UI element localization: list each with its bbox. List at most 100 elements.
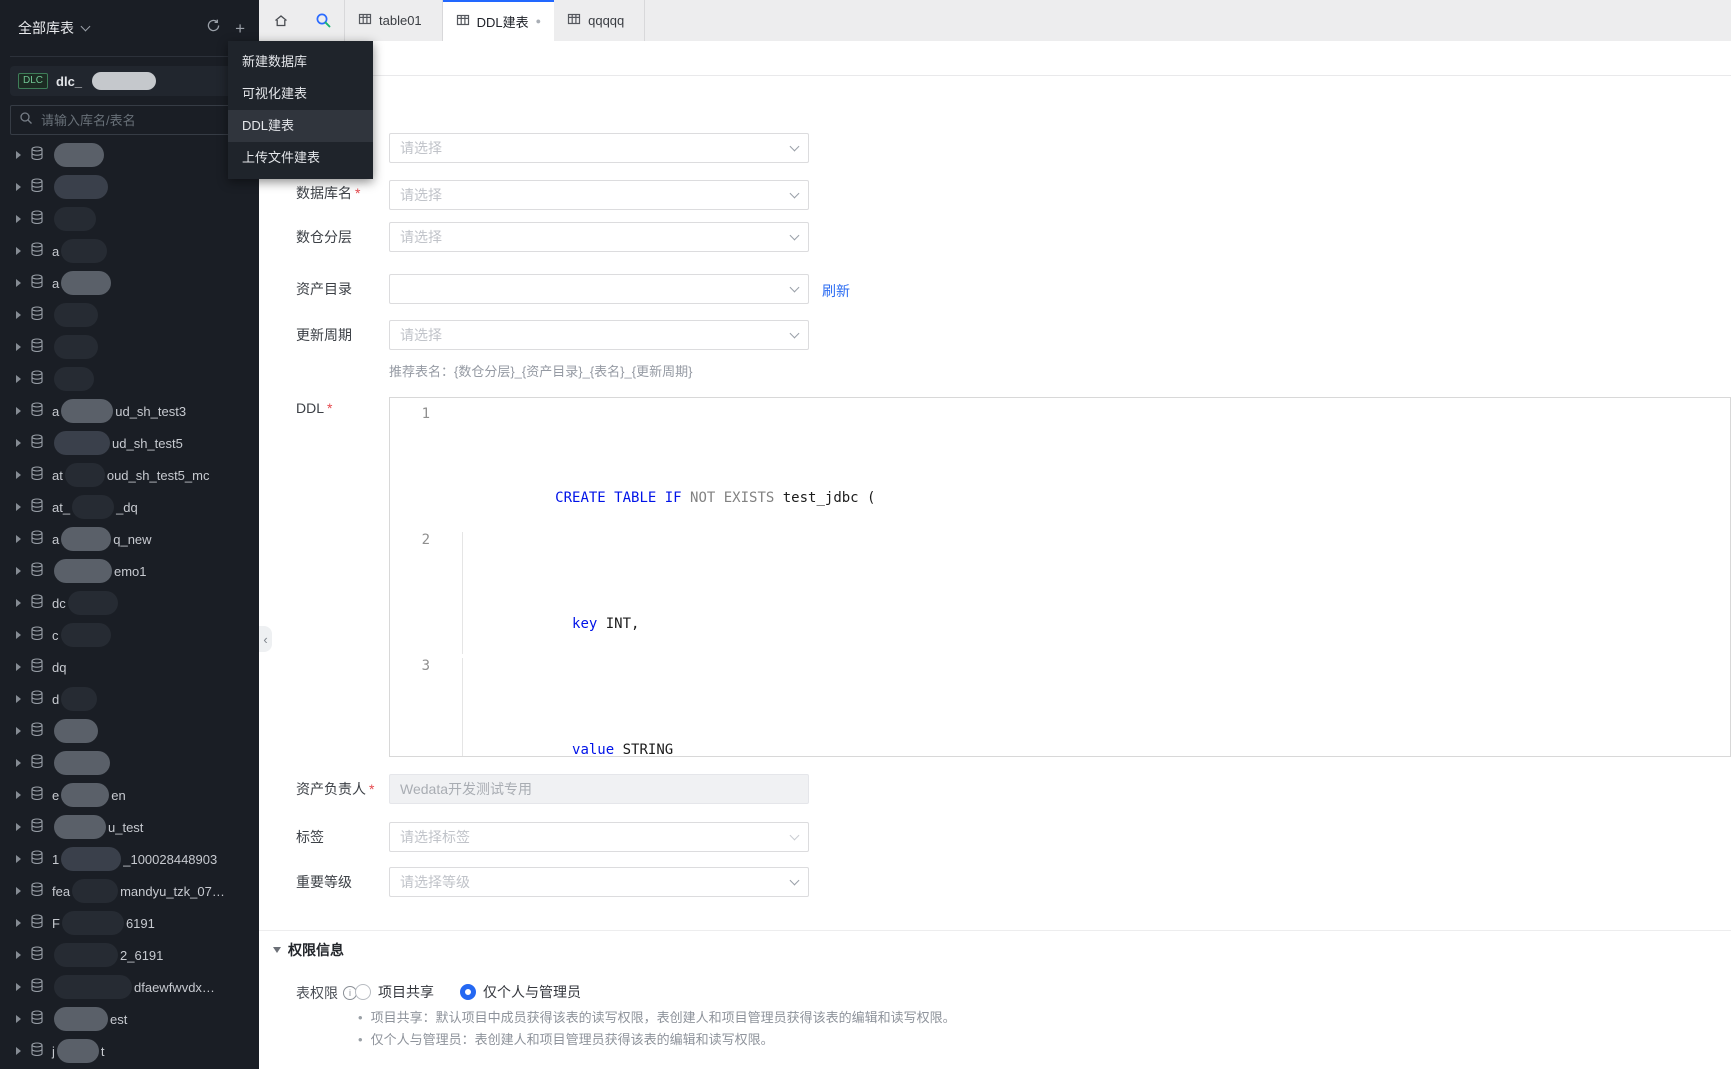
library-scope-dropdown[interactable]: 全部库表: [18, 18, 91, 38]
menu-item[interactable]: DDL建表: [228, 110, 373, 142]
tree-item[interactable]: at oud_sh_test5_mc: [0, 459, 259, 491]
tree-item[interactable]: ud_sh_test5: [0, 427, 259, 459]
expand-caret-icon[interactable]: [16, 983, 21, 991]
expand-caret-icon[interactable]: [16, 343, 21, 351]
owner-input[interactable]: Wedata开发测试专用: [389, 774, 809, 804]
tree-item[interactable]: emo1: [0, 555, 259, 587]
tree-item[interactable]: j t: [0, 1035, 259, 1067]
cycle-select[interactable]: 请选择: [389, 320, 809, 350]
tree-item[interactable]: e en: [0, 779, 259, 811]
menu-item[interactable]: 可视化建表: [228, 78, 373, 110]
tree-item[interactable]: u_test: [0, 811, 259, 843]
expand-caret-icon[interactable]: [16, 951, 21, 959]
expand-caret-icon[interactable]: [16, 823, 21, 831]
tree-item-label: 2_6191: [120, 947, 164, 963]
tree-item[interactable]: 1 _100028448903: [0, 843, 259, 875]
tree-item[interactable]: a: [0, 235, 259, 267]
expand-caret-icon[interactable]: [16, 311, 21, 319]
expand-caret-icon[interactable]: [16, 503, 21, 511]
plus-icon[interactable]: +: [235, 20, 245, 37]
tree-item[interactable]: d: [0, 683, 259, 715]
sidebar-collapse-handle[interactable]: ‹: [259, 626, 272, 652]
sidebar-search-input[interactable]: [41, 112, 240, 128]
expand-caret-icon[interactable]: [16, 1015, 21, 1023]
tree-item-label: dq: [52, 659, 67, 675]
datasource-item[interactable]: DLC dlc_: [10, 66, 249, 96]
refresh-link[interactable]: 刷新: [822, 281, 850, 301]
tag-select[interactable]: 请选择标签: [389, 822, 809, 852]
expand-caret-icon[interactable]: [16, 887, 21, 895]
expand-caret-icon[interactable]: [16, 279, 21, 287]
tab[interactable]: table01: [345, 0, 443, 41]
tree-item[interactable]: [0, 747, 259, 779]
database-select[interactable]: 请选择: [389, 180, 809, 210]
expand-caret-icon[interactable]: [16, 439, 21, 447]
radio-icon[interactable]: [355, 984, 371, 1000]
permission-radio-option[interactable]: 项目共享: [355, 982, 434, 1002]
expand-caret-icon[interactable]: [16, 727, 21, 735]
tree-item-label: _100028448903: [123, 851, 218, 867]
search-button[interactable]: [302, 0, 345, 41]
expand-caret-icon[interactable]: [16, 247, 21, 255]
expand-caret-icon[interactable]: [16, 407, 21, 415]
tree-item[interactable]: [0, 203, 259, 235]
expand-caret-icon[interactable]: [16, 471, 21, 479]
catalog-select[interactable]: [389, 274, 809, 304]
tree-item[interactable]: [0, 171, 259, 203]
expand-caret-icon[interactable]: [16, 791, 21, 799]
ddl-code-editor[interactable]: 1 CREATE TABLE IF NOT EXISTS test_jdbc (…: [389, 397, 1731, 757]
redaction-blob: [72, 879, 119, 903]
permission-radio-option[interactable]: 仅个人与管理员: [460, 982, 581, 1002]
tab[interactable]: qqqqq: [554, 0, 646, 41]
sidebar-divider: [10, 56, 249, 57]
expand-caret-icon[interactable]: [16, 759, 21, 767]
database-icon: [30, 754, 44, 772]
expand-caret-icon[interactable]: [16, 567, 21, 575]
expand-caret-icon[interactable]: [16, 695, 21, 703]
tree-item[interactable]: a ud_sh_test3: [0, 395, 259, 427]
expand-caret-icon[interactable]: [16, 631, 21, 639]
expand-caret-icon[interactable]: [16, 1047, 21, 1055]
tree-item[interactable]: [0, 331, 259, 363]
tree-item[interactable]: [0, 299, 259, 331]
tree-item[interactable]: fea mandyu_tzk_07…: [0, 875, 259, 907]
tree-item[interactable]: a: [0, 267, 259, 299]
connection-select[interactable]: 请选择: [389, 133, 809, 163]
expand-caret-icon[interactable]: [16, 215, 21, 223]
table-icon: [567, 12, 581, 29]
expand-caret-icon[interactable]: [16, 663, 21, 671]
tree-item[interactable]: dfaewfwvdx…: [0, 971, 259, 1003]
level-select[interactable]: 请选择等级: [389, 867, 809, 897]
expand-caret-icon[interactable]: [16, 375, 21, 383]
layer-select[interactable]: 请选择: [389, 222, 809, 252]
refresh-icon[interactable]: [206, 18, 221, 38]
menu-item[interactable]: 上传文件建表: [228, 142, 373, 174]
expand-caret-icon[interactable]: [16, 855, 21, 863]
table-permission-label: 表权限 i: [296, 983, 357, 1003]
tree-item[interactable]: a q_new: [0, 523, 259, 555]
tree-item[interactable]: dq: [0, 651, 259, 683]
permission-notes: • 项目共享：默认项目中成员获得该表的读写权限，表创建人和项目管理员获得该表的编…: [358, 1007, 956, 1051]
radio-label: 仅个人与管理员: [483, 984, 581, 1000]
tab[interactable]: DDL建表 ●: [442, 0, 555, 41]
expand-caret-icon[interactable]: [16, 535, 21, 543]
expand-caret-icon[interactable]: [16, 151, 21, 159]
expand-caret-icon[interactable]: [16, 183, 21, 191]
tree-item[interactable]: [0, 715, 259, 747]
tree-item[interactable]: c: [0, 619, 259, 651]
radio-icon[interactable]: [460, 984, 476, 1000]
tree-item[interactable]: dc: [0, 587, 259, 619]
permissions-section-header[interactable]: 权限信息: [273, 940, 344, 960]
expand-caret-icon[interactable]: [16, 599, 21, 607]
tree-item[interactable]: at_ _dq: [0, 491, 259, 523]
tree-item[interactable]: F 6191: [0, 907, 259, 939]
tree-item[interactable]: [0, 363, 259, 395]
tree-item[interactable]: [0, 139, 259, 171]
tree-item[interactable]: 2_6191: [0, 939, 259, 971]
tree-item[interactable]: est: [0, 1003, 259, 1035]
home-button[interactable]: [259, 0, 302, 41]
redaction-blob: [54, 975, 132, 999]
select-placeholder: 请选择: [400, 327, 442, 343]
menu-item[interactable]: 新建数据库: [228, 46, 373, 78]
expand-caret-icon[interactable]: [16, 919, 21, 927]
